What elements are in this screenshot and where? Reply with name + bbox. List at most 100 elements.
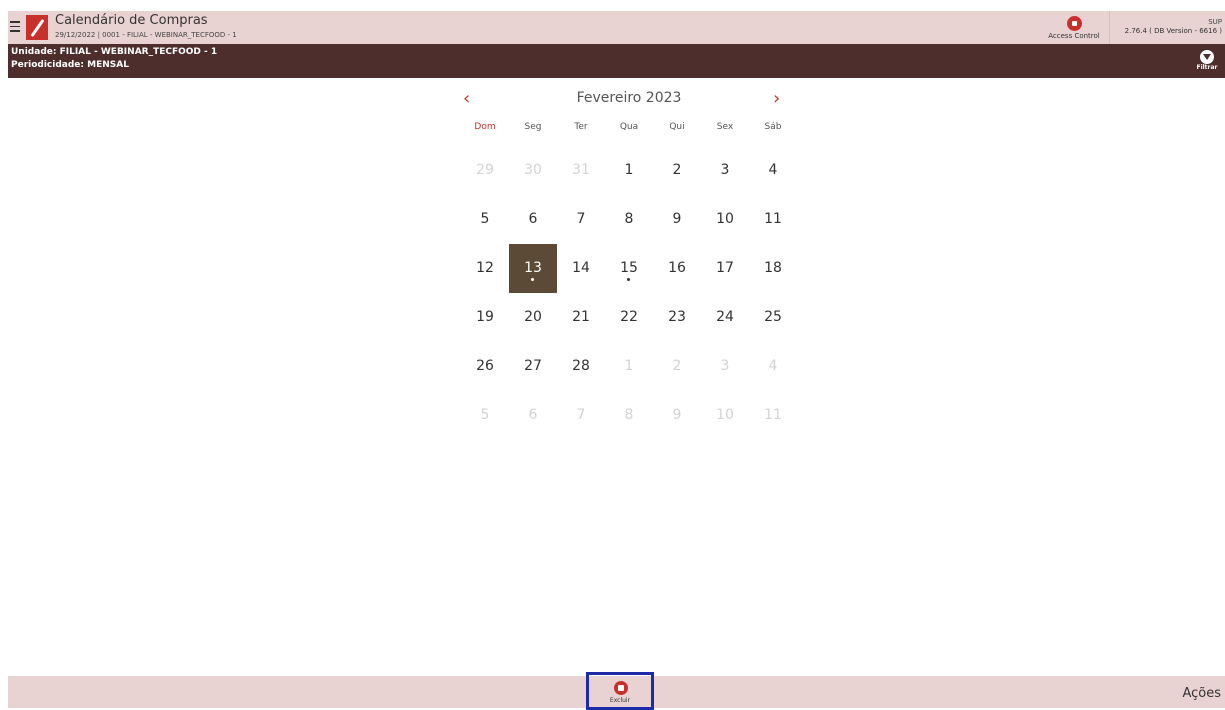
weekday-label: Sáb: [764, 122, 782, 132]
calendar-day[interactable]: 18: [749, 244, 797, 293]
calendar-day[interactable]: 6: [509, 391, 557, 440]
day-number: 8: [624, 211, 634, 227]
calendar-week-row: 12 13 14 15 16 17 18: [461, 244, 797, 293]
calendar-day[interactable]: 3: [701, 146, 749, 195]
calendar-day[interactable]: 11: [749, 391, 797, 440]
calendar-day[interactable]: 20: [509, 293, 557, 342]
day-number: 6: [528, 407, 538, 423]
day-number: 21: [572, 309, 590, 325]
weekday-label: Dom: [474, 122, 496, 132]
day-number: 2: [672, 358, 682, 374]
calendar-day-selected[interactable]: 13: [509, 244, 557, 293]
day-number: 31: [572, 162, 590, 178]
day-number: 10: [716, 211, 734, 227]
calendar-day[interactable]: 27: [509, 342, 557, 391]
day-number: 18: [764, 260, 782, 276]
calendar-week-row: 5 6 7 8 9 10 11: [461, 391, 797, 440]
calendar-day[interactable]: 2: [653, 342, 701, 391]
calendar-day[interactable]: 25: [749, 293, 797, 342]
weekday-label: Qua: [619, 122, 639, 132]
event-dot-icon: [627, 278, 630, 281]
periodicidade-label: Periodicidade: MENSAL: [11, 60, 129, 70]
calendar-day[interactable]: 16: [653, 244, 701, 293]
calendar-day[interactable]: 17: [701, 244, 749, 293]
day-number: 11: [764, 407, 782, 423]
calendar-day[interactable]: 28: [557, 342, 605, 391]
calendar-day[interactable]: 21: [557, 293, 605, 342]
lock-icon: [1066, 16, 1082, 31]
menu-icon[interactable]: [10, 21, 20, 32]
calendar-day[interactable]: 9: [653, 195, 701, 244]
day-number: 7: [576, 407, 586, 423]
calendar-day[interactable]: 3: [701, 342, 749, 391]
calendar-grid: 29 30 31 1 2 3 4 5 6 7 8 9 10 11 12 13 14 15 16 17 18 19 20 21 2…: [461, 146, 797, 440]
calendar-day[interactable]: 26: [461, 342, 509, 391]
weekday-label: Qui: [669, 122, 685, 132]
divider: [1109, 11, 1110, 44]
calendar-day[interactable]: 19: [461, 293, 509, 342]
calendar-day[interactable]: 4: [749, 342, 797, 391]
calendar-day[interactable]: 31: [557, 146, 605, 195]
calendar-day[interactable]: 30: [509, 146, 557, 195]
calendar-day[interactable]: 5: [461, 391, 509, 440]
day-number: 10: [716, 407, 734, 423]
app-logo-icon: [26, 15, 48, 40]
calendar-day[interactable]: 23: [653, 293, 701, 342]
calendar-day[interactable]: 8: [605, 195, 653, 244]
day-number: 24: [716, 309, 734, 325]
calendar-day[interactable]: 1: [605, 146, 653, 195]
day-number: 15: [620, 260, 638, 276]
actions-button[interactable]: Ações: [1182, 686, 1221, 701]
day-number: 9: [672, 211, 682, 227]
next-month-button[interactable]: ›: [773, 88, 780, 109]
calendar-day[interactable]: 5: [461, 195, 509, 244]
calendar-day[interactable]: 9: [653, 391, 701, 440]
day-number: 22: [620, 309, 638, 325]
day-number: 6: [528, 211, 538, 227]
page-title: Calendário de Compras: [55, 13, 208, 28]
access-control-label: Access Control: [1048, 32, 1100, 40]
day-number: 28: [572, 358, 590, 374]
day-number: 19: [476, 309, 494, 325]
calendar-day[interactable]: 7: [557, 195, 605, 244]
day-number: 11: [764, 211, 782, 227]
day-number: 25: [764, 309, 782, 325]
calendar-day[interactable]: 6: [509, 195, 557, 244]
calendar-day[interactable]: 29: [461, 146, 509, 195]
app-frame: Calendário de Compras 29/12/2022 | 0001 …: [8, 0, 1225, 710]
day-number: 4: [768, 358, 778, 374]
calendar-day[interactable]: 10: [701, 195, 749, 244]
top-bar: Calendário de Compras 29/12/2022 | 0001 …: [8, 11, 1225, 44]
calendar-day[interactable]: 7: [557, 391, 605, 440]
access-control-button[interactable]: Access Control: [1044, 16, 1104, 40]
delete-button[interactable]: Excluir: [586, 672, 654, 710]
day-number: 7: [576, 211, 586, 227]
calendar-day[interactable]: 10: [701, 391, 749, 440]
day-number: 8: [624, 407, 634, 423]
filter-button[interactable]: Filtrar: [1195, 50, 1219, 71]
calendar-week-row: 26 27 28 1 2 3 4: [461, 342, 797, 391]
day-number: 30: [524, 162, 542, 178]
calendar-day[interactable]: 12: [461, 244, 509, 293]
day-number: 20: [524, 309, 542, 325]
calendar-day[interactable]: 11: [749, 195, 797, 244]
calendar-day[interactable]: 4: [749, 146, 797, 195]
day-number: 13: [524, 260, 542, 276]
day-number: 9: [672, 407, 682, 423]
event-dot-icon: [531, 278, 534, 281]
calendar-day[interactable]: 22: [605, 293, 653, 342]
day-number: 4: [768, 162, 778, 178]
calendar-day[interactable]: 24: [701, 293, 749, 342]
day-number: 2: [672, 162, 682, 178]
weekday-header: Dom Seg Ter Qua Qui Sex Sáb: [461, 122, 797, 132]
calendar-day[interactable]: 2: [653, 146, 701, 195]
day-number: 17: [716, 260, 734, 276]
filter-icon: [1200, 50, 1214, 64]
calendar-day[interactable]: 1: [605, 342, 653, 391]
day-number: 3: [720, 358, 730, 374]
calendar-day[interactable]: 15: [605, 244, 653, 293]
day-number: 1: [624, 162, 634, 178]
day-number: 14: [572, 260, 590, 276]
calendar-day[interactable]: 8: [605, 391, 653, 440]
calendar-day[interactable]: 14: [557, 244, 605, 293]
